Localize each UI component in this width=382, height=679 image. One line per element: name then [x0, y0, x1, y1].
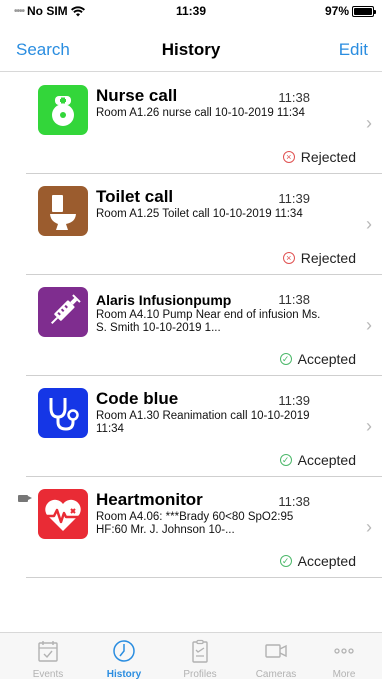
- rejected-icon: ×: [282, 252, 295, 264]
- tab-label: Events: [32, 669, 64, 679]
- item-time: 11:38: [278, 292, 310, 307]
- tab-label: More: [332, 669, 356, 679]
- tab-profiles[interactable]: Profiles: [162, 633, 238, 679]
- page-title: History: [161, 40, 221, 59]
- accepted-icon: ✓: [279, 353, 292, 365]
- history-item[interactable]: Alaris Infusionpump 11:38 Room A4.10 Pum…: [26, 275, 382, 376]
- battery-percent: 97%: [324, 4, 349, 18]
- item-title: Code blue: [96, 389, 179, 408]
- edit-button[interactable]: Edit: [339, 40, 368, 60]
- profiles-icon: [192, 639, 208, 663]
- status-badge: ✓ Accepted: [279, 351, 356, 367]
- tab-label: Cameras: [255, 669, 297, 679]
- item-description: Room A1.26 nurse call 10-10-2019 11:34: [96, 107, 305, 119]
- heart-monitor-icon: [38, 489, 88, 539]
- status-bar: •••• No SIM 11:39 97%: [0, 0, 382, 22]
- item-time: 11:38: [278, 90, 310, 105]
- item-time: 11:39: [278, 191, 310, 206]
- accepted-icon: ✓: [279, 454, 292, 466]
- chevron-right-icon: ›: [366, 315, 372, 335]
- status-label: Rejected: [300, 250, 356, 266]
- history-item[interactable]: Nurse call 11:38 Room A1.26 nurse call 1…: [26, 73, 382, 174]
- chevron-right-icon: ›: [366, 517, 372, 537]
- chevron-right-icon: ›: [366, 416, 372, 436]
- status-label: Accepted: [297, 452, 356, 468]
- history-item[interactable]: Code blue 11:39 Room A1.30 Reanimation c…: [26, 376, 382, 477]
- item-time: 11:39: [278, 393, 310, 408]
- history-list: Nurse call 11:38 Room A1.26 nurse call 1…: [18, 73, 382, 578]
- status-badge: × Rejected: [282, 250, 356, 266]
- status-badge: ✓ Accepted: [279, 553, 356, 569]
- accepted-icon: ✓: [279, 555, 292, 567]
- battery-icon: [352, 5, 376, 17]
- item-description: Room A1.30 Reanimation call 10-10-2019 1…: [96, 410, 310, 435]
- tab-label: Profiles: [183, 669, 217, 679]
- camera-icon: [18, 495, 32, 502]
- status-label: Accepted: [297, 351, 356, 367]
- item-title: Heartmonitor: [96, 490, 203, 509]
- item-title: Nurse call: [96, 86, 178, 105]
- syringe-icon: [38, 287, 88, 337]
- history-item[interactable]: Heartmonitor 11:38 Room A4.06: ***Brady …: [18, 477, 382, 578]
- status-label: Accepted: [297, 553, 356, 569]
- status-badge: ✓ Accepted: [279, 452, 356, 468]
- item-title: Alaris Infusionpump: [96, 292, 232, 308]
- more-icon: [334, 648, 354, 654]
- history-item[interactable]: Toilet call 11:39 Room A1.25 Toilet call…: [26, 174, 382, 275]
- item-description: Room A1.25 Toilet call 10-10-2019 11:34: [96, 208, 303, 220]
- chevron-right-icon: ›: [366, 214, 372, 234]
- item-description: Room A4.10 Pump Near end of infusion Ms.…: [96, 309, 321, 334]
- events-icon: [38, 641, 58, 662]
- tab-more[interactable]: More: [306, 633, 382, 679]
- status-label: Rejected: [300, 149, 356, 165]
- tab-events[interactable]: Events: [10, 633, 86, 679]
- tab-history[interactable]: History: [86, 633, 162, 679]
- rejected-icon: ×: [282, 151, 295, 163]
- status-badge: × Rejected: [282, 149, 356, 165]
- stethoscope-icon: [38, 388, 88, 438]
- history-icon: [113, 640, 135, 662]
- nurse-call-icon: [38, 85, 88, 135]
- item-description: Room A4.06: ***Brady 60<80 SpO2:95 HF:60…: [96, 511, 294, 536]
- battery-indicator: 97%: [324, 4, 376, 18]
- navigation-bar: Search History Edit: [0, 22, 382, 72]
- cameras-icon: [265, 644, 287, 658]
- tab-bar: Events History Profiles Cameras More: [0, 632, 382, 679]
- toilet-icon: [38, 186, 88, 236]
- item-title: Toilet call: [96, 187, 174, 206]
- tab-label: History: [106, 669, 142, 679]
- chevron-right-icon: ›: [366, 113, 372, 133]
- item-time: 11:38: [278, 494, 310, 509]
- tab-cameras[interactable]: Cameras: [238, 633, 314, 679]
